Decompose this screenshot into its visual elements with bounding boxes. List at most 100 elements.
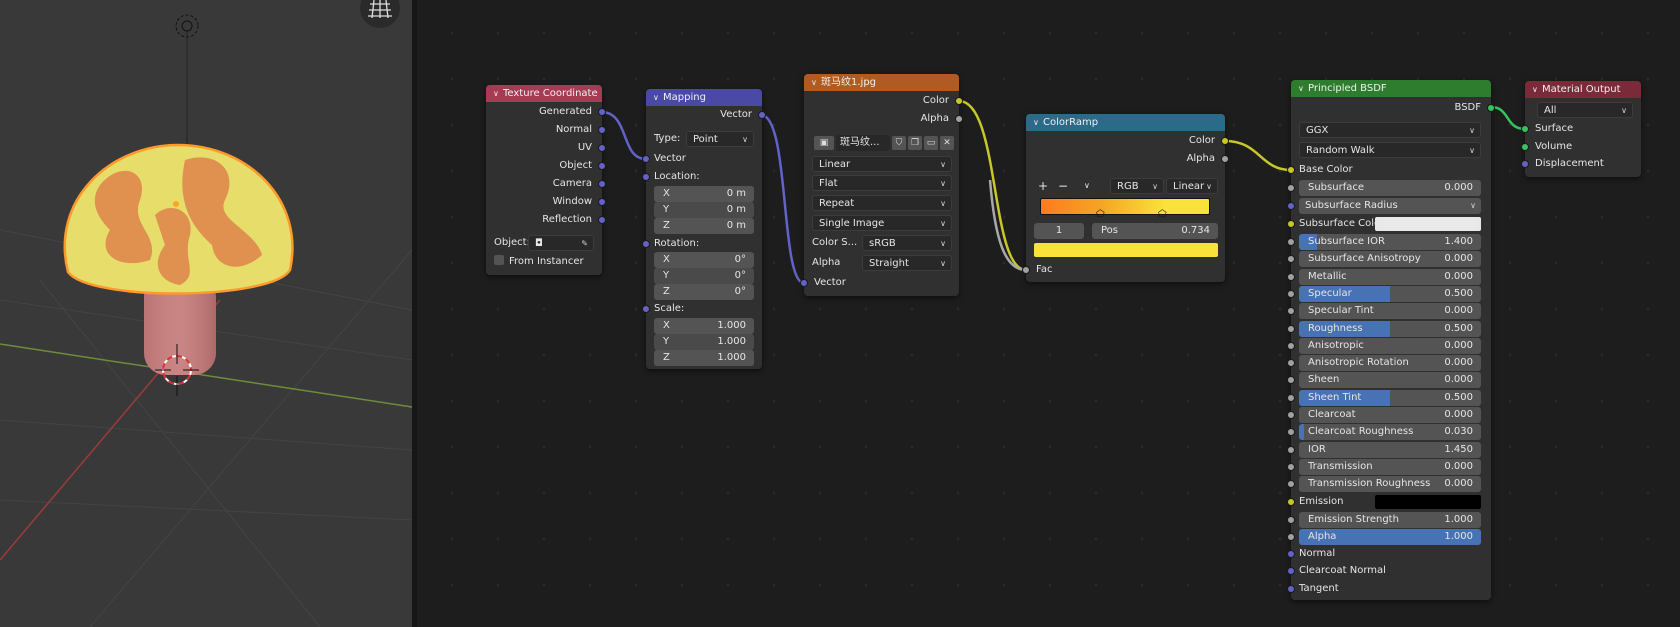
3d-viewport[interactable]	[0, 0, 412, 627]
rotation-y[interactable]: Y 0°	[654, 268, 754, 284]
socket-param[interactable]	[1287, 324, 1295, 333]
subsurface-radius-field[interactable]: Subsurface Radius ∨	[1299, 198, 1481, 214]
socket-rotation[interactable]	[642, 240, 650, 248]
ramp-menu-icon[interactable]: ∨	[1084, 178, 1090, 194]
output-uv[interactable]: UV	[578, 140, 592, 156]
remove-stop-button[interactable]: −	[1058, 178, 1068, 194]
emission-color-swatch[interactable]	[1375, 495, 1481, 509]
socket-fac-in[interactable]	[1022, 266, 1030, 274]
socket-subsurface-radius[interactable]	[1287, 202, 1295, 210]
socket-param[interactable]	[1287, 307, 1295, 316]
socket-reflection[interactable]	[598, 216, 606, 224]
socket-emission-strength[interactable]	[1287, 516, 1295, 524]
node-header[interactable]: ∨ Mapping	[646, 89, 762, 106]
bsdf-param-field[interactable]: Sheen 0.000	[1299, 372, 1481, 389]
socket-displacement[interactable]	[1521, 160, 1529, 168]
output-object[interactable]: Object	[559, 158, 592, 174]
location-y[interactable]: Y 0 m	[654, 202, 754, 218]
image-name-field[interactable]: 斑马纹...	[836, 135, 890, 151]
bsdf-param-field[interactable]: IOR 1.450	[1299, 441, 1481, 458]
bsdf-param-field[interactable]: Subsurface IOR 1.400	[1299, 234, 1481, 250]
node-material-output[interactable]: ∨ Material Output All ∨ Surface Volume Dis…	[1521, 81, 1641, 177]
color-ramp-gradient[interactable]	[1040, 198, 1210, 215]
close-icon[interactable]: ✕	[940, 136, 954, 150]
from-instancer-checkbox[interactable]: From Instancer	[494, 254, 584, 270]
bsdf-param-field[interactable]: Transmission 0.000	[1299, 458, 1481, 475]
output-alpha[interactable]: Alpha	[1187, 151, 1215, 167]
bsdf-param-field[interactable]: Sheen Tint 0.500	[1299, 389, 1481, 406]
collapse-icon[interactable]: ∨	[653, 89, 663, 106]
socket-param[interactable]	[1287, 428, 1295, 437]
output-camera[interactable]: Camera	[553, 176, 592, 192]
node-header[interactable]: ∨ 斑马纹1.jpg	[804, 74, 959, 91]
node-mapping[interactable]: ∨ Mapping Vector Type: Point ∨ Vector Loca…	[642, 89, 766, 369]
socket-subsurface[interactable]	[1287, 184, 1295, 192]
socket-object[interactable]	[598, 162, 606, 170]
output-generated[interactable]: Generated	[539, 104, 592, 120]
socket-color-out[interactable]	[1221, 137, 1229, 145]
socket-alpha[interactable]	[1287, 533, 1295, 541]
node-header[interactable]: ∨ Principled BSDF	[1291, 80, 1491, 97]
socket-generated[interactable]	[598, 108, 606, 116]
grid-icon[interactable]	[360, 0, 400, 28]
node-header[interactable]: ∨ Material Output	[1525, 81, 1641, 98]
scale-y[interactable]: Y 1.000	[654, 334, 754, 350]
emission-strength-field[interactable]: Emission Strength 1.000	[1299, 512, 1481, 528]
socket-emission[interactable]	[1287, 498, 1295, 506]
collapse-icon[interactable]: ∨	[1033, 114, 1043, 131]
bsdf-param-field[interactable]: Subsurface Anisotropy 0.000	[1299, 251, 1481, 268]
node-header[interactable]: ∨ Texture Coordinate	[486, 85, 602, 102]
socket-vector-in[interactable]	[800, 279, 808, 287]
socket-param[interactable]	[1287, 272, 1295, 281]
socket-location[interactable]	[642, 173, 650, 181]
socket-uv[interactable]	[598, 144, 606, 152]
output-normal[interactable]: Normal	[556, 122, 592, 138]
collapse-icon[interactable]: ∨	[811, 74, 821, 91]
distribution-dropdown[interactable]: GGX ∨	[1299, 122, 1481, 138]
open-folder-icon[interactable]: ▭	[924, 136, 938, 150]
node-image-texture[interactable]: ∨ 斑马纹1.jpg Color Alpha ▣ 斑马纹... ⛉ ❐ ▭ ✕ L…	[800, 74, 963, 296]
socket-param[interactable]	[1287, 393, 1295, 402]
bsdf-param-field[interactable]: Anisotropic 0.000	[1299, 337, 1481, 354]
colorspace-dropdown[interactable]: sRGB ∨	[862, 235, 952, 251]
object-picker[interactable]: ◘ ✎	[528, 235, 594, 251]
socket-base-color[interactable]	[1287, 166, 1295, 174]
socket-param[interactable]	[1287, 462, 1295, 471]
socket-param[interactable]	[1287, 341, 1295, 350]
socket-vector-in[interactable]	[642, 155, 650, 163]
subsurface-method-dropdown[interactable]: Random Walk ∨	[1299, 142, 1481, 158]
output-alpha[interactable]: Alpha	[921, 111, 949, 127]
socket-param[interactable]	[1287, 255, 1295, 264]
node-header[interactable]: ∨ ColorRamp	[1026, 114, 1225, 131]
bsdf-param-field[interactable]: Roughness 0.500	[1299, 320, 1481, 337]
alpha-mode-dropdown[interactable]: Straight ∨	[862, 255, 952, 271]
socket-param[interactable]	[1287, 480, 1295, 489]
output-reflection[interactable]: Reflection	[542, 212, 592, 228]
bsdf-param-field[interactable]: Clearcoat 0.000	[1299, 407, 1481, 423]
stop-handle-0[interactable]: ⬠	[1096, 209, 1105, 220]
output-bsdf[interactable]: BSDF	[1455, 100, 1481, 116]
location-z[interactable]: Z 0 m	[654, 218, 754, 234]
target-dropdown[interactable]: All ∨	[1537, 102, 1633, 118]
socket-param[interactable]	[1287, 376, 1295, 385]
alpha-field[interactable]: Alpha 1.000	[1299, 529, 1481, 545]
rotation-z[interactable]: Z 0°	[654, 284, 754, 300]
scale-z[interactable]: Z 1.000	[654, 350, 754, 366]
extension-dropdown[interactable]: Repeat ∨	[812, 195, 952, 211]
stop-handle-1[interactable]: ⬠	[1158, 209, 1167, 220]
duplicate-icon[interactable]: ❐	[908, 136, 922, 150]
socket-scale[interactable]	[642, 305, 650, 313]
rotation-x[interactable]: X 0°	[654, 252, 754, 268]
socket-alpha-out[interactable]	[1221, 155, 1229, 163]
socket-vector-out[interactable]	[758, 111, 766, 119]
bsdf-param-field[interactable]: Specular Tint 0.000	[1299, 303, 1481, 320]
bsdf-param-field[interactable]: Anisotropic Rotation 0.000	[1299, 355, 1481, 372]
output-color[interactable]: Color	[1189, 133, 1215, 149]
socket-param[interactable]	[1287, 238, 1295, 246]
socket-alpha-out[interactable]	[955, 115, 963, 123]
color-mode-dropdown[interactable]: RGB ∨	[1110, 178, 1164, 194]
fake-user-icon[interactable]: ⛉	[892, 136, 906, 150]
bsdf-param-field[interactable]: Transmission Roughness 0.000	[1299, 476, 1481, 493]
node-principled-bsdf[interactable]: ∨ Principled BSDF BSDF GGX ∨ Random Walk ∨ …	[1287, 80, 1495, 600]
location-x[interactable]: X 0 m	[654, 186, 754, 202]
